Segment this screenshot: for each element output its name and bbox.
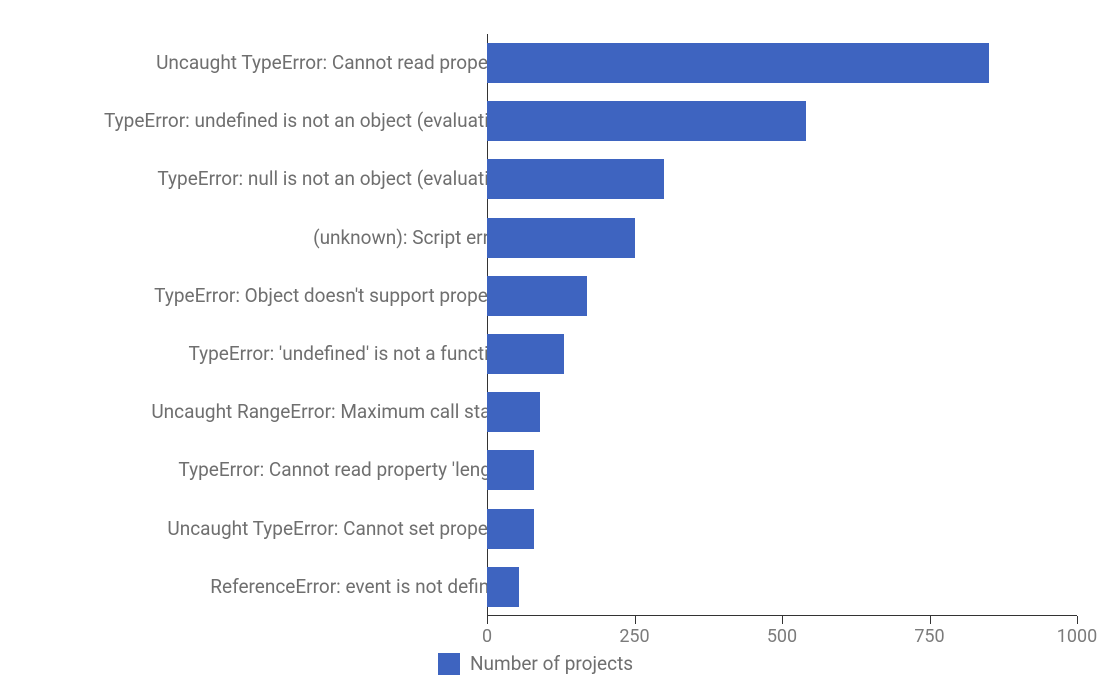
chart-container: Uncaught TypeError: Cannot read property… (0, 0, 1116, 691)
bar (487, 567, 519, 607)
y-axis-category-label: Uncaught TypeError: Cannot set property (30, 500, 510, 558)
legend-label: Number of projects (470, 652, 633, 675)
x-axis-tick (930, 616, 931, 624)
y-axis-category-label: TypeError: undefined is not an object (e… (30, 92, 510, 150)
bar-row (487, 500, 1077, 558)
y-axis-category-label: Uncaught TypeError: Cannot read property (30, 34, 510, 92)
y-axis-category-label: (unknown): Script error. (30, 209, 510, 267)
bar-row (487, 209, 1077, 267)
x-axis-tick-label: 250 (619, 626, 649, 647)
y-axis-category-label: ReferenceError: event is not defined (30, 558, 510, 616)
bar (487, 101, 806, 141)
bar-row (487, 383, 1077, 441)
bar-row (487, 441, 1077, 499)
bar (487, 509, 534, 549)
legend-swatch (438, 653, 460, 675)
y-axis-category-label: TypeError: 'undefined' is not a function (30, 325, 510, 383)
y-axis-category-label: Uncaught RangeError: Maximum call stack (30, 383, 510, 441)
bar (487, 450, 534, 490)
x-axis-tick (635, 616, 636, 624)
bar-row (487, 92, 1077, 150)
plot-area (487, 34, 1077, 616)
bar (487, 276, 587, 316)
x-axis-tick-label: 1000 (1057, 626, 1097, 647)
bar-row (487, 558, 1077, 616)
x-axis-tick (487, 616, 488, 624)
x-axis-tick (782, 616, 783, 624)
bar-row (487, 34, 1077, 92)
bar (487, 218, 635, 258)
bar (487, 159, 664, 199)
x-axis-tick-label: 750 (914, 626, 944, 647)
legend: Number of projects (438, 652, 633, 675)
x-axis-tick-label: 0 (482, 626, 492, 647)
bar (487, 334, 564, 374)
bar-row (487, 267, 1077, 325)
y-axis-category-label: TypeError: Cannot read property 'length' (30, 441, 510, 499)
x-axis-tick-label: 500 (767, 626, 797, 647)
bar-row (487, 150, 1077, 208)
x-axis-tick (1077, 616, 1078, 624)
y-axis-category-label: TypeError: Object doesn't support proper… (30, 267, 510, 325)
y-axis-category-label: TypeError: null is not an object (evalua… (30, 150, 510, 208)
bar (487, 392, 540, 432)
bar (487, 43, 989, 83)
bar-row (487, 325, 1077, 383)
